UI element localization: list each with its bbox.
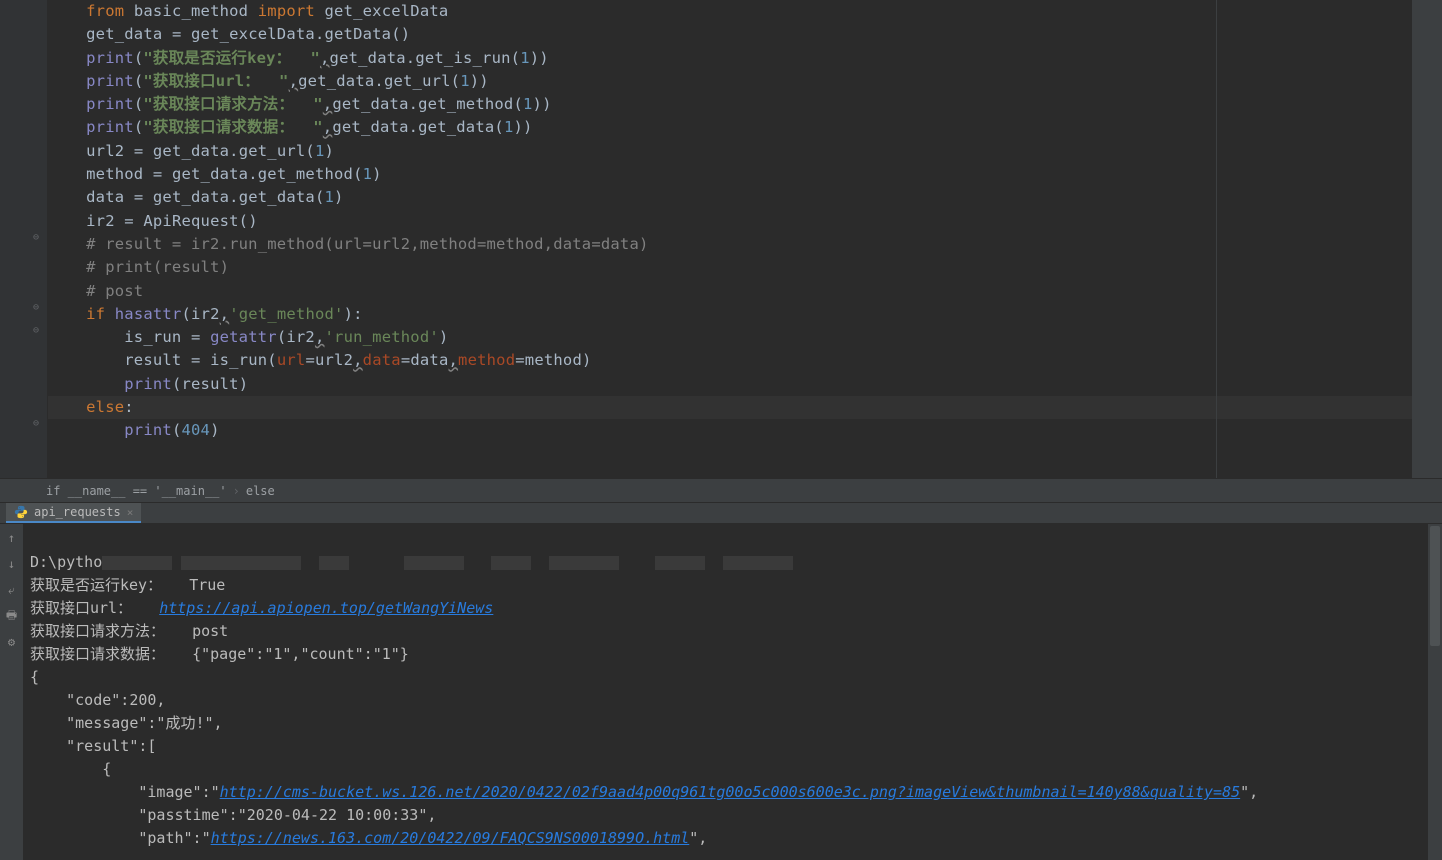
breadcrumb-item[interactable]: if __name__ == '__main__' [40, 484, 233, 498]
soft-wrap-icon[interactable]: ⤶ [4, 582, 20, 598]
scroll-down-icon[interactable]: ↓ [4, 556, 20, 572]
output-line: 获取接口url： https://api.apiopen.top/getWang… [30, 599, 493, 617]
code-line[interactable]: print("获取是否运行key： ",get_data.get_is_run(… [48, 47, 1442, 70]
run-tab[interactable]: api_requests × [6, 503, 141, 523]
output-line: "code":200, [30, 691, 165, 709]
gear-icon[interactable]: ⚙ [4, 634, 20, 650]
code-line[interactable]: print(result) [48, 373, 1442, 396]
console-toolbar: ↑ ↓ ⤶ 🖶 ⚙ [0, 524, 24, 860]
code-line[interactable]: print("获取接口url： ",get_data.get_url(1)) [48, 70, 1442, 93]
breadcrumb-item[interactable]: else [240, 484, 281, 498]
code-line[interactable]: print("获取接口请求数据： ",get_data.get_data(1)) [48, 116, 1442, 139]
fold-icon[interactable]: ⊖ [33, 418, 43, 428]
output-line: { [30, 760, 111, 778]
fold-icon[interactable]: ⊖ [33, 302, 43, 312]
output-line: 获取是否运行key： True [30, 576, 225, 594]
code-line[interactable]: get_data = get_excelData.getData() [48, 23, 1442, 46]
console-link[interactable]: https://api.apiopen.top/getWangYiNews [159, 599, 493, 617]
chevron-right-icon: › [233, 484, 240, 498]
code-line[interactable]: is_run = getattr(ir2,'run_method') [48, 326, 1442, 349]
editor-gutter[interactable]: ⊖ ⊖ ⊖ ⊖ [0, 0, 48, 478]
output-line: "path":"https://news.163.com/20/0422/09/… [30, 829, 707, 847]
code-line[interactable]: print("获取接口请求方法： ",get_data.get_method(1… [48, 93, 1442, 116]
editor-right-track [1412, 0, 1442, 478]
code-line[interactable]: ir2 = ApiRequest() [48, 210, 1442, 233]
code-line[interactable]: from basic_method import get_excelData [48, 0, 1442, 23]
fold-icon[interactable]: ⊖ [33, 232, 43, 242]
code-line[interactable]: print(404) [48, 419, 1442, 442]
output-line: 获取接口请求方法： post [30, 622, 228, 640]
fold-icon[interactable]: ⊖ [33, 325, 43, 335]
code-editor-pane: ⊖ ⊖ ⊖ ⊖ from basic_method import get_exc… [0, 0, 1442, 478]
run-console-pane: ↑ ↓ ⤶ 🖶 ⚙ D:\pytho 获取是否运行key： True 获取接口u… [0, 524, 1442, 860]
code-content[interactable]: from basic_method import get_excelData g… [48, 0, 1442, 478]
code-line[interactable]: # post [48, 280, 1442, 303]
output-line: "result":[ [30, 737, 156, 755]
console-output[interactable]: D:\pytho 获取是否运行key： True 获取接口url： https:… [24, 524, 1442, 860]
output-line: D:\pytho [30, 553, 793, 571]
run-tab-label: api_requests [34, 505, 121, 519]
code-line[interactable]: data = get_data.get_data(1) [48, 186, 1442, 209]
breadcrumb: if __name__ == '__main__' › else [0, 478, 1442, 502]
output-line: { [30, 668, 39, 686]
close-icon[interactable]: × [127, 506, 134, 519]
code-line[interactable]: # print(result) [48, 256, 1442, 279]
scroll-up-icon[interactable]: ↑ [4, 530, 20, 546]
console-link[interactable]: http://cms-bucket.ws.126.net/2020/0422/0… [220, 783, 1240, 801]
run-tab-bar: api_requests × [0, 502, 1442, 524]
right-margin-guide [1216, 0, 1217, 478]
code-line[interactable]: method = get_data.get_method(1) [48, 163, 1442, 186]
output-line: 获取接口请求数据： {"page":"1","count":"1"} [30, 645, 409, 663]
code-line[interactable]: if hasattr(ir2,'get_method'): [48, 303, 1442, 326]
console-link[interactable]: https://news.163.com/20/0422/09/FAQCS9NS… [211, 829, 690, 847]
output-line: "passtime":"2020-04-22 10:00:33", [30, 806, 436, 824]
print-icon[interactable]: 🖶 [4, 608, 20, 624]
output-line: "image":"http://cms-bucket.ws.126.net/20… [30, 783, 1258, 801]
code-line[interactable]: url2 = get_data.get_url(1) [48, 140, 1442, 163]
code-line-current[interactable]: else: [48, 396, 1442, 419]
code-line[interactable]: result = is_run(url=url2,data=data,metho… [48, 349, 1442, 372]
code-line[interactable]: # result = ir2.run_method(url=url2,metho… [48, 233, 1442, 256]
output-line: "message":"成功!", [30, 714, 223, 732]
console-scrollbar[interactable] [1428, 524, 1442, 860]
python-icon [14, 505, 28, 519]
scrollbar-thumb[interactable] [1430, 526, 1440, 646]
